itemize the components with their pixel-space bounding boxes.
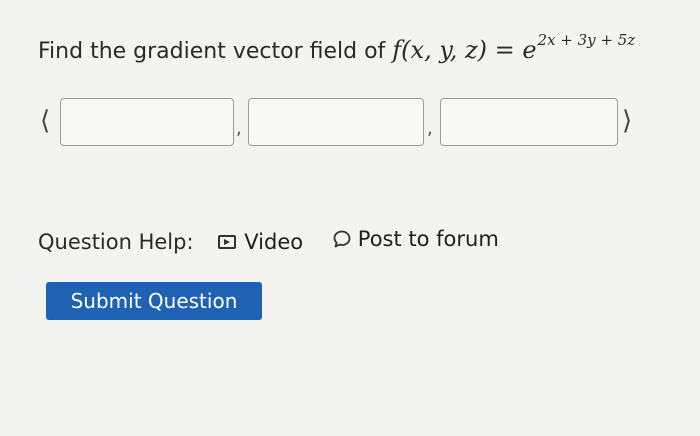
vector-answer-row: ⟨ , , ⟩ [36, 96, 676, 150]
vector-separator: , [427, 118, 433, 139]
video-link[interactable]: Video [218, 227, 303, 257]
speech-bubble-icon [333, 230, 351, 248]
question-help: Question Help: Video Post to forum [38, 224, 521, 257]
function-lhs: f(x, y, z) = e [392, 36, 537, 64]
function-exponent: 2x + 3y + 5z [537, 31, 636, 49]
video-play-icon [218, 235, 237, 249]
question-prefix: Find the gradient vector field of [38, 39, 393, 64]
close-angle-bracket: ⟩ [622, 106, 633, 136]
open-angle-bracket: ⟨ [40, 106, 51, 136]
post-to-forum-link[interactable]: Post to forum [332, 224, 499, 254]
submit-question-button[interactable]: Submit Question [46, 282, 262, 320]
gradient-y-component-input[interactable] [248, 98, 424, 146]
vector-separator: , [236, 118, 242, 139]
question-help-label: Question Help: [38, 230, 194, 254]
gradient-z-component-input[interactable] [440, 98, 618, 146]
gradient-x-component-input[interactable] [60, 98, 234, 146]
question-text: Find the gradient vector field of f(x, y… [38, 26, 635, 70]
function-expression: f(x, y, z) = e2x + 3y + 5z [392, 31, 635, 64]
post-to-forum-label: Post to forum [357, 227, 499, 251]
video-link-label: Video [244, 230, 304, 254]
